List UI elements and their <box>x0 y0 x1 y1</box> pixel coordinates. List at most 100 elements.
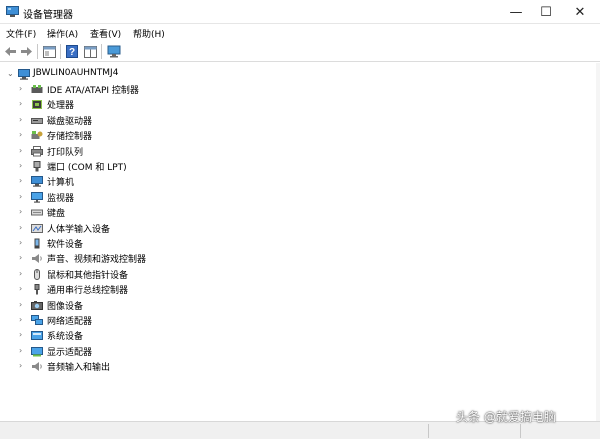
scan-hardware-button[interactable] <box>106 44 122 59</box>
tree-item-label: 图像设备 <box>47 301 84 312</box>
mouse-icon <box>34 268 40 280</box>
tree-item[interactable]: › 网络适配器 <box>0 313 300 328</box>
expand-chevron-icon[interactable]: › <box>19 146 27 156</box>
expand-chevron-icon[interactable]: › <box>19 161 27 171</box>
expand-chevron-icon[interactable]: › <box>19 192 27 202</box>
tree-item[interactable]: › 处理器 <box>0 97 300 112</box>
properties-icon <box>42 45 56 58</box>
device-tree[interactable]: ⌄ JBWLIN0AUHNTMJ4 › IDE ATA/ATAPI 控制器 › 处理器… <box>0 63 596 421</box>
tree-item-label: 打印队列 <box>47 147 84 158</box>
monitor-scan-icon <box>107 45 121 58</box>
tree-item[interactable]: › 声音、视频和游戏控制器 <box>0 251 300 266</box>
tree-item-label: 通用串行总线控制器 <box>47 286 129 297</box>
status-separator <box>520 424 521 438</box>
expand-chevron-icon[interactable]: › <box>19 84 27 94</box>
tree-item[interactable]: › 打印队列 <box>0 144 300 159</box>
tree-item[interactable]: › 端口 (COM 和 LPT) <box>0 159 300 174</box>
back-button[interactable] <box>2 44 18 59</box>
expand-chevron-icon[interactable]: › <box>19 223 27 233</box>
tree-item[interactable]: › 软件设备 <box>0 236 300 251</box>
computer-icon <box>18 69 30 80</box>
menu-help[interactable]: 帮助(H) <box>133 27 165 40</box>
tree-item-label: 计算机 <box>47 178 75 189</box>
audio-io-icon <box>32 362 42 372</box>
keyboard-icon <box>31 209 43 216</box>
tree-item-label: IDE ATA/ATAPI 控制器 <box>47 86 139 96</box>
tree-item[interactable]: › 人体学输入设备 <box>0 221 300 236</box>
expand-chevron-icon[interactable]: › <box>19 330 27 340</box>
watermark-text: 头条 @就爱搞电脑 <box>456 410 556 424</box>
expand-chevron-icon[interactable]: › <box>19 300 27 310</box>
help-icon: ? <box>66 45 78 58</box>
tree-item-label: 音频输入和输出 <box>47 363 111 374</box>
expand-chevron-icon[interactable]: › <box>19 361 27 371</box>
toolbar-separator <box>60 44 61 59</box>
tree-item-label: 监视器 <box>47 193 75 204</box>
menu-action[interactable]: 操作(A) <box>47 27 78 40</box>
processor-icon <box>32 100 42 110</box>
view-panel-button[interactable] <box>82 44 98 59</box>
maximize-button[interactable]: ☐ <box>530 0 562 24</box>
expand-chevron-icon[interactable]: › <box>19 253 27 263</box>
tree-item[interactable]: › 图像设备 <box>0 298 300 313</box>
tree-item[interactable]: › IDE ATA/ATAPI 控制器 <box>0 82 300 97</box>
expand-chevron-icon[interactable]: › <box>19 269 27 279</box>
tree-item[interactable]: › 系统设备 <box>0 328 300 343</box>
expand-chevron-icon[interactable]: › <box>19 130 27 140</box>
hid-icon <box>31 223 43 233</box>
sound-icon <box>32 254 42 264</box>
tree-item[interactable]: › 显示适配器 <box>0 344 300 359</box>
network-adapter-icon <box>31 315 43 325</box>
back-arrow-icon <box>4 47 16 56</box>
tree-root[interactable]: ⌄ JBWLIN0AUHNTMJ4 <box>0 67 300 82</box>
tree-item-label: 声音、视频和游戏控制器 <box>47 255 147 266</box>
camera-icon <box>31 300 43 310</box>
minimize-button[interactable]: — <box>500 0 532 24</box>
computer-icon <box>31 176 43 188</box>
tree-item-label: 端口 (COM 和 LPT) <box>47 163 127 173</box>
device-manager-icon <box>6 6 19 17</box>
port-icon <box>33 161 41 172</box>
tree-item-label: 系统设备 <box>47 332 84 343</box>
title-bar: 设备管理器 — ☐ ✕ <box>0 0 600 24</box>
window-title: 设备管理器 <box>23 10 73 21</box>
tree-item-label: 显示适配器 <box>47 347 93 358</box>
status-separator <box>428 424 429 438</box>
printer-icon <box>31 145 43 157</box>
forward-button[interactable] <box>18 44 34 59</box>
toolbar-separator <box>101 44 102 59</box>
expand-chevron-icon[interactable]: › <box>19 99 27 109</box>
collapse-chevron-icon[interactable]: ⌄ <box>7 69 15 79</box>
tree-item-label: 处理器 <box>47 101 75 112</box>
software-device-icon <box>34 238 40 249</box>
expand-chevron-icon[interactable]: › <box>19 176 27 186</box>
close-button[interactable]: ✕ <box>564 0 596 24</box>
tree-item[interactable]: › 鼠标和其他指针设备 <box>0 267 300 282</box>
tree-item[interactable]: › 键盘 <box>0 205 300 220</box>
expand-chevron-icon[interactable]: › <box>19 346 27 356</box>
menu-view[interactable]: 查看(V) <box>90 27 121 40</box>
expand-chevron-icon[interactable]: › <box>19 115 27 125</box>
tree-item[interactable]: › 音频输入和输出 <box>0 359 300 374</box>
menu-file[interactable]: 文件(F) <box>6 27 36 40</box>
tree-item[interactable]: › 监视器 <box>0 190 300 205</box>
forward-arrow-icon <box>20 47 32 56</box>
tree-item[interactable]: › 磁盘驱动器 <box>0 113 300 128</box>
storage-controller-icon <box>31 131 43 140</box>
vertical-scrollbar[interactable] <box>596 63 600 421</box>
expand-chevron-icon[interactable]: › <box>19 315 27 325</box>
expand-chevron-icon[interactable]: › <box>19 284 27 294</box>
properties-button[interactable] <box>41 44 57 59</box>
tree-item-label: 存储控制器 <box>47 132 93 143</box>
expand-chevron-icon[interactable]: › <box>19 207 27 217</box>
tree-item[interactable]: › 计算机 <box>0 174 300 189</box>
tree-item-label: 键盘 <box>47 209 66 220</box>
tree-item[interactable]: › 通用串行总线控制器 <box>0 282 300 297</box>
tree-item[interactable]: › 存储控制器 <box>0 128 300 143</box>
help-button[interactable]: ? <box>64 44 80 59</box>
tree-item-label: 鼠标和其他指针设备 <box>47 270 129 281</box>
expand-chevron-icon[interactable]: › <box>19 238 27 248</box>
svg-text:?: ? <box>69 47 75 58</box>
tree-item-label: 软件设备 <box>47 240 84 250</box>
view-panel-icon <box>83 45 97 58</box>
